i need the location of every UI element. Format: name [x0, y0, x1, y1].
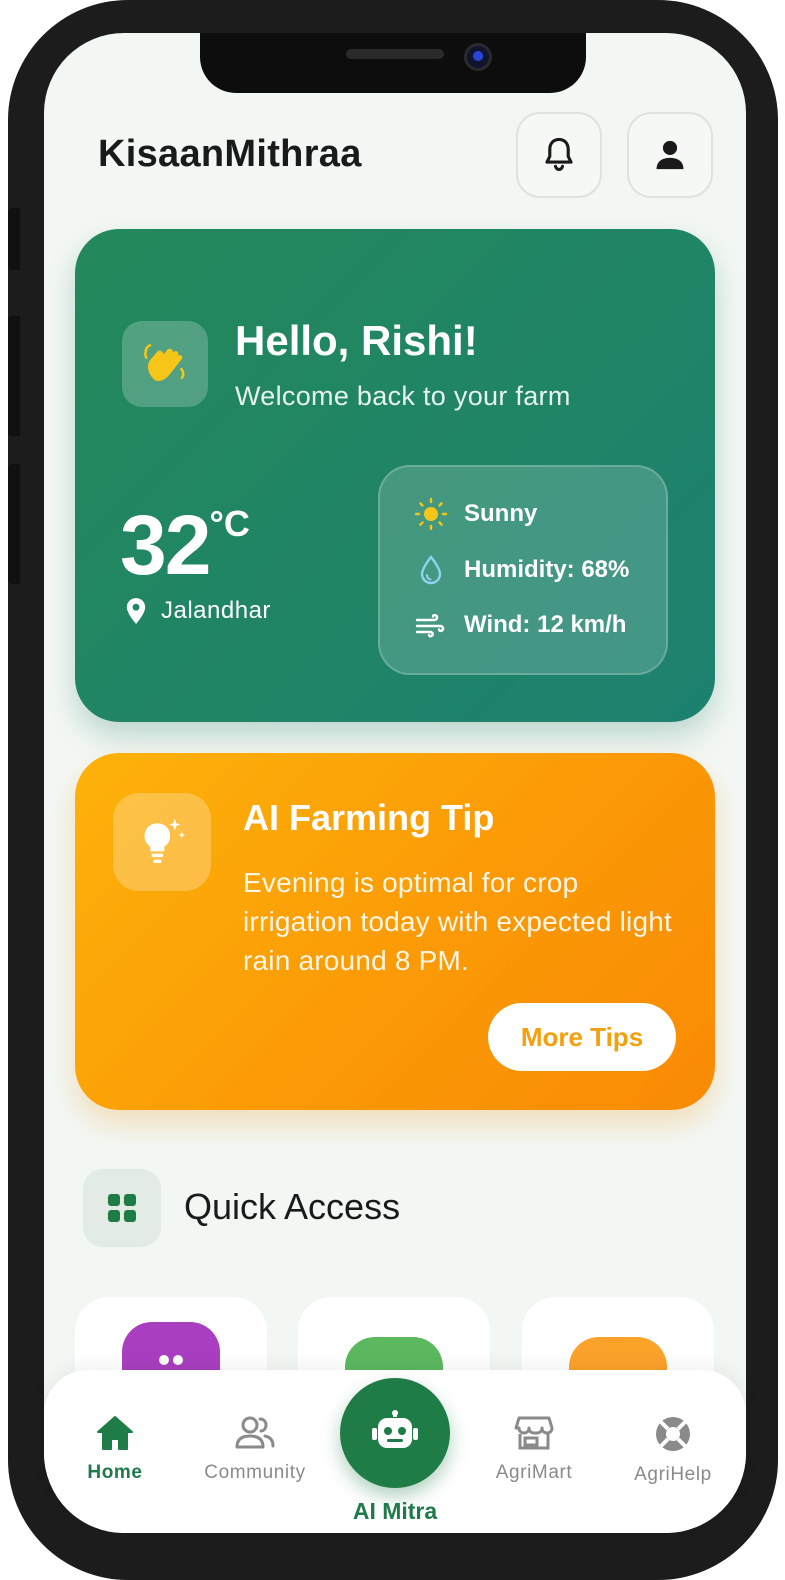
- bell-icon: [545, 137, 573, 172]
- front-camera: [464, 43, 492, 71]
- quick-access-title: Quick Access: [184, 1186, 401, 1227]
- waving-hand-icon: [144, 344, 185, 382]
- nav-community[interactable]: Community: [185, 1414, 325, 1484]
- temperature-unit: °C: [209, 503, 250, 544]
- dots-icon: [159, 1355, 183, 1365]
- nav-agrimart[interactable]: AgriMart: [464, 1414, 604, 1484]
- nav-agrihelp-label: AgriHelp: [634, 1464, 712, 1485]
- ai-mitra-label: AI Mitra: [352, 1498, 438, 1524]
- user-icon: [656, 140, 684, 170]
- location-pin-icon: [126, 598, 146, 624]
- volume-up-button: [8, 316, 20, 436]
- notch: [200, 33, 586, 93]
- weather-details: Sunny Humidity: 68% Wind: 12 km/h: [378, 465, 668, 675]
- volume-down-button: [8, 464, 20, 584]
- more-tips-button[interactable]: More Tips: [488, 1003, 676, 1071]
- lifebuoy-icon: [656, 1417, 690, 1451]
- notifications-button[interactable]: [516, 112, 602, 198]
- welcome-text: Welcome back to your farm: [235, 381, 571, 411]
- grid-icon: [108, 1194, 136, 1222]
- home-icon: [97, 1416, 133, 1450]
- greeting-text: Hello, Rishi!: [235, 317, 478, 364]
- droplet-icon: [420, 555, 442, 585]
- wind-icon: [415, 613, 445, 638]
- temperature-value: 32: [120, 498, 211, 592]
- nav-home[interactable]: Home: [45, 1414, 185, 1484]
- quick-access-icon-box: [83, 1169, 161, 1247]
- humidity-row: Humidity: 68%: [414, 553, 629, 587]
- people-icon: [235, 1416, 275, 1449]
- location-name: Jalandhar: [161, 597, 271, 624]
- sun-icon: [414, 497, 448, 531]
- ai-mitra-button[interactable]: [340, 1378, 450, 1488]
- tip-title: AI Farming Tip: [243, 797, 495, 838]
- temperature-display: 32°C: [120, 497, 250, 594]
- mute-switch: [8, 208, 20, 270]
- nav-agrihelp[interactable]: AgriHelp: [603, 1414, 743, 1486]
- wave-icon-box: [122, 321, 208, 407]
- store-icon: [514, 1416, 554, 1450]
- location: Jalandhar: [125, 597, 271, 625]
- tip-text: Evening is optimal for crop irrigation t…: [243, 867, 672, 976]
- wind-text: Wind: 12 km/h: [464, 611, 627, 638]
- lightbulb-sparkle-icon: [144, 818, 186, 863]
- nav-community-label: Community: [204, 1462, 306, 1483]
- humidity-text: Humidity: 68%: [464, 556, 630, 583]
- weather-card: Hello, Rishi! Welcome back to your farm …: [75, 229, 715, 722]
- robot-icon: [372, 1410, 418, 1448]
- speaker: [346, 49, 444, 59]
- bulb-icon-box: [113, 793, 211, 891]
- profile-button[interactable]: [627, 112, 713, 198]
- app-title: KisaanMithraa: [98, 133, 362, 175]
- ai-tip-card: AI Farming Tip Evening is optimal for cr…: [75, 753, 715, 1110]
- condition-row: Sunny: [414, 497, 537, 531]
- wind-row: Wind: 12 km/h: [414, 608, 626, 642]
- nav-agrimart-label: AgriMart: [495, 1462, 573, 1483]
- condition-text: Sunny: [464, 500, 538, 527]
- nav-home-label: Home: [87, 1462, 143, 1483]
